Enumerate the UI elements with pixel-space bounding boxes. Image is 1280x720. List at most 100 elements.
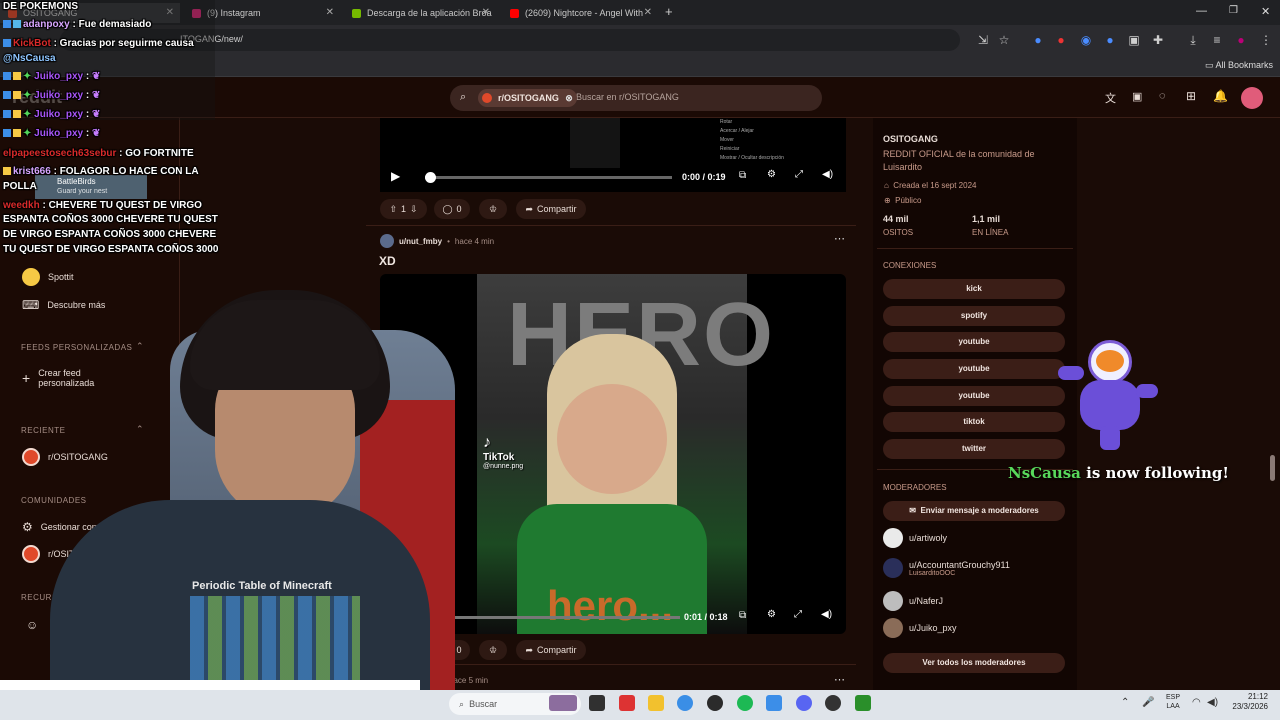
badge-icon (3, 72, 11, 81)
bookmark-star-icon[interactable]: ☆ (996, 32, 1012, 48)
file-explorer-icon[interactable] (648, 695, 664, 711)
webcam-overlay: Periodic Table of Minecraft (0, 290, 455, 690)
extension-icon[interactable]: ◉ (1078, 32, 1094, 48)
close-icon[interactable]: ✕ (482, 7, 490, 18)
microphone-icon[interactable]: 🎤 (1142, 697, 1154, 708)
fullscreen-icon[interactable]: ⤢ (795, 169, 803, 180)
extension-icon[interactable]: ● (1030, 32, 1046, 48)
share-button[interactable]: ➦ Compartir (516, 640, 586, 660)
volume-icon[interactable]: ◀) (821, 609, 832, 620)
all-bookmarks[interactable]: ▭ All Bookmarks (1205, 60, 1273, 71)
view-all-mods-button[interactable]: Ver todos los moderadores (883, 653, 1065, 673)
new-tab-button[interactable]: + (665, 4, 673, 19)
divider (877, 248, 1073, 249)
sidebar-item-spottit[interactable]: Spottit (22, 268, 74, 286)
hair-top (190, 300, 380, 390)
post1-video[interactable]: Rotar Acercar / Alejar Mover Reiniciar M… (380, 118, 846, 192)
media-icon[interactable]: ≡ (1209, 32, 1225, 48)
comments-button[interactable]: ◯ 0 (434, 199, 470, 219)
connection-youtube-button[interactable]: youtube (883, 332, 1065, 352)
connection-youtube-button[interactable]: youtube (883, 386, 1065, 406)
share-button[interactable]: ➦ Compartir (516, 199, 586, 219)
volume-icon[interactable]: ◀) (1207, 697, 1218, 708)
message-mods-button[interactable]: ✉ Enviar mensaje a moderadores (883, 501, 1065, 521)
post2-meta: u/nut_fmby • hace 4 min (380, 234, 494, 248)
upvote-icon[interactable]: ⇧ (389, 204, 397, 215)
comment-icon: ◯ (442, 203, 453, 214)
translate-icon[interactable]: 文 (1105, 90, 1116, 106)
downvote-icon[interactable]: ⇩ (410, 204, 418, 215)
window-close-button[interactable]: ✕ (1261, 5, 1270, 18)
chrome-icon[interactable] (677, 695, 693, 711)
post-menu-icon[interactable]: ⋯ (834, 673, 845, 686)
moderator-item[interactable]: u/Juiko_pxy (883, 618, 957, 638)
progress-handle[interactable] (425, 172, 436, 183)
tab-youtube[interactable]: (2609) Nightcore - Angel With ✕ (502, 3, 658, 23)
avatar[interactable] (380, 234, 394, 248)
connection-tiktok-button[interactable]: tiktok (883, 412, 1065, 432)
maximize-button[interactable]: ❐ (1229, 5, 1238, 16)
post2-title[interactable]: XD (379, 254, 396, 268)
avatar[interactable] (1241, 87, 1263, 109)
install-icon[interactable]: ⇲ (975, 32, 991, 48)
download-icon[interactable]: ⤓ (1185, 32, 1201, 48)
extension-icon[interactable]: ● (1102, 32, 1118, 48)
discord-icon[interactable] (796, 695, 812, 711)
award-button[interactable]: ♔ (479, 640, 507, 660)
spotify-icon[interactable] (737, 695, 753, 711)
video-progress[interactable] (435, 612, 680, 623)
app-icon[interactable] (766, 695, 782, 711)
clock[interactable]: 21:12 23/3/2026 (1228, 692, 1268, 712)
connection-kick-button[interactable]: kick (883, 279, 1065, 299)
search-community-chip[interactable]: r/OSITOGANG ⊗ (478, 89, 577, 107)
create-post-icon[interactable]: ⊞ (1186, 89, 1196, 103)
app-icon[interactable] (825, 695, 841, 711)
fullscreen-icon[interactable]: ⤢ (794, 609, 802, 620)
vote-buttons[interactable]: ⇧ 1 ⇩ (380, 199, 427, 219)
video-progress[interactable] (425, 172, 672, 183)
chat-message: adanpoxy : Fue demasiado (3, 19, 151, 30)
play-icon[interactable]: ▶ (391, 169, 400, 183)
astronaut-arm (1058, 366, 1084, 380)
tab-nvidia[interactable]: Descarga de la aplicación Broa ✕ (344, 3, 496, 23)
obs-icon[interactable] (707, 695, 723, 711)
chat-message: @NsCausa (3, 53, 56, 64)
puzzle-icon[interactable]: ✚ (1150, 32, 1166, 48)
menu-icon[interactable]: ⋮ (1258, 32, 1274, 48)
task-view-icon[interactable] (589, 695, 605, 711)
connection-twitter-button[interactable]: twitter (883, 439, 1065, 459)
page-scrollbar[interactable] (1270, 455, 1275, 481)
notification-icon[interactable]: 🔔 (1213, 89, 1228, 103)
language-indicator[interactable]: ESP LAA (1166, 693, 1180, 711)
connection-spotify-button[interactable]: spotify (883, 306, 1065, 326)
connection-youtube-button[interactable]: youtube (883, 359, 1065, 379)
clear-icon[interactable]: ⊗ (565, 89, 573, 107)
badge-icon (3, 91, 11, 100)
moderator-item[interactable]: u/AccountantGrouchy911 LuisarditoOOC (883, 558, 1010, 578)
ads-icon[interactable]: ▣ (1132, 90, 1142, 103)
battlebirds-popup[interactable]: BattleBirds Guard your nest (35, 175, 147, 199)
moderator-item[interactable]: u/NaferJ (883, 591, 943, 611)
profile-icon[interactable]: ● (1233, 32, 1249, 48)
moderator-item[interactable]: u/artiwoly (883, 528, 947, 548)
award-button[interactable]: ♔ (479, 199, 507, 219)
spottit-icon (22, 268, 40, 286)
extension-icon[interactable]: ● (1053, 32, 1069, 48)
volume-icon[interactable]: ◀) (822, 169, 833, 180)
app-icon[interactable] (619, 695, 635, 711)
close-icon[interactable]: ✕ (326, 7, 334, 18)
captions-icon[interactable]: ⧉ (739, 170, 746, 181)
captions-icon[interactable]: ⧉ (739, 610, 746, 621)
app-icon[interactable] (855, 695, 871, 711)
post-menu-icon[interactable]: ⋯ (834, 232, 845, 245)
chat-icon[interactable]: ◌ (1159, 90, 1166, 102)
minimize-button[interactable]: — (1196, 5, 1207, 17)
close-icon[interactable]: ✕ (644, 7, 652, 18)
extension-icon[interactable]: ▣ (1126, 32, 1142, 48)
settings-icon[interactable]: ⚙ (767, 609, 776, 620)
settings-icon[interactable]: ⚙ (767, 169, 776, 180)
chevron-up-icon[interactable]: ⌃ (1121, 697, 1129, 708)
search-highlight-icon[interactable] (549, 695, 577, 711)
wifi-icon[interactable]: ◠ (1192, 697, 1201, 708)
badge-icon (13, 110, 21, 119)
